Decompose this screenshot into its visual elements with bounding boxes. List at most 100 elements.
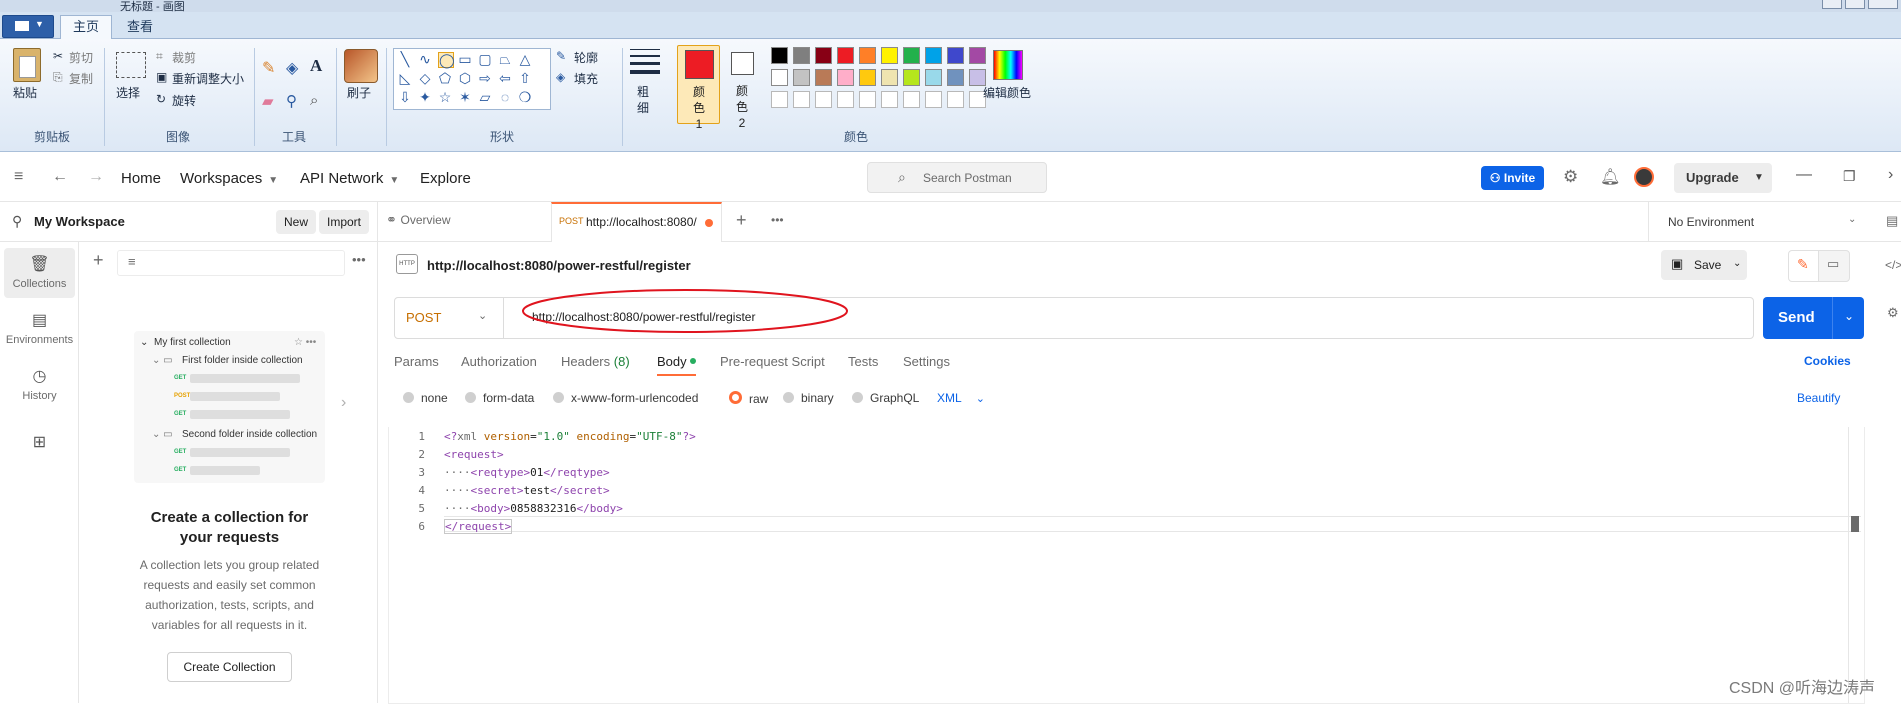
select-icon[interactable] [116,52,146,78]
color-swatch[interactable] [859,91,876,108]
tab-active-request[interactable]: POST http://localhost:8080/ [551,202,722,242]
color-swatch[interactable] [925,69,942,86]
fill-button[interactable]: 填充 [574,70,598,87]
nav-api-network[interactable]: API Network ▼ [300,170,399,187]
create-collection-button[interactable]: Create Collection [167,652,292,682]
search-box[interactable]: ⌕ Search Postman [867,162,1047,193]
color1-selector[interactable]: 颜色 1 [677,45,720,131]
radio-form-data[interactable]: form-data [465,391,534,405]
color-swatch[interactable] [771,91,788,108]
sidebar-item-history[interactable]: ◷ History [4,360,75,410]
tab-authorization[interactable]: Authorization [461,354,537,369]
select-button[interactable]: 选择 [116,84,140,101]
radio-none[interactable]: none [403,391,448,405]
sidebar-item-configure[interactable]: ⊞ [4,426,75,476]
file-menu-button[interactable]: ▼ [2,15,54,38]
window-minimize-icon[interactable]: — [1796,166,1812,184]
window-restore-icon[interactable]: ❐ [1843,168,1856,185]
color-swatch[interactable] [881,47,898,64]
color-swatch[interactable] [793,91,810,108]
crop-button[interactable]: 裁剪 [172,49,196,66]
invite-button[interactable]: ⚇ Invite [1481,166,1544,190]
resize-button[interactable]: 重新调整大小 [172,70,244,87]
tab-pre-request-script[interactable]: Pre-request Script [720,354,825,369]
color-swatch[interactable] [815,47,832,64]
color-swatch[interactable] [881,91,898,108]
environment-selector[interactable]: No Environment [1668,215,1754,229]
magnifier-icon[interactable]: ⌕ [310,92,318,109]
chevron-right-icon[interactable]: › [341,394,346,412]
bell-icon[interactable]: 🔔︎ [1600,167,1620,187]
maximize-button[interactable] [1845,0,1865,9]
radio-graphql[interactable]: GraphQL [852,391,919,405]
brush-button[interactable]: 刷子 [347,84,371,101]
tab-params[interactable]: Params [394,354,439,369]
nav-explore[interactable]: Explore [420,170,471,187]
color-swatch[interactable] [947,47,964,64]
color-swatch[interactable] [837,47,854,64]
cookies-link[interactable]: Cookies [1804,354,1851,368]
line-size-icon[interactable] [630,49,660,75]
new-tab-icon[interactable]: + [736,210,747,231]
color-swatch[interactable] [793,69,810,86]
more-tabs-icon[interactable]: ••• [771,213,784,227]
tab-body[interactable]: Body [657,354,697,369]
radio-urlencoded[interactable]: x-www-form-urlencoded [553,391,698,405]
edit-colors-icon[interactable] [993,50,1023,80]
rotate-button[interactable]: 旋转 [172,92,196,109]
color-swatch[interactable] [903,69,920,86]
color-swatch[interactable] [947,91,964,108]
color-swatch[interactable] [793,47,810,64]
nav-workspaces[interactable]: Workspaces ▼ [180,170,278,187]
color-swatch[interactable] [903,47,920,64]
workspace-name[interactable]: My Workspace [34,214,125,229]
color-swatch[interactable] [815,91,832,108]
size-button[interactable]: 粗细 [637,84,651,116]
save-button[interactable]: ▣ Save ⌄ [1661,250,1747,280]
body-format-dropdown[interactable]: XML ⌄ [937,391,985,405]
minimize-button[interactable] [1822,0,1842,9]
color-swatch[interactable] [925,47,942,64]
color-swatch[interactable] [815,69,832,86]
menu-icon[interactable]: ≡ [14,168,23,186]
color-swatch[interactable] [837,69,854,86]
request-title[interactable]: http://localhost:8080/power-restful/regi… [427,258,691,273]
tab-view[interactable]: 查看 [120,16,160,38]
code-icon[interactable]: </> [1885,258,1901,272]
cut-button[interactable]: 剪切 [69,49,93,66]
comments-button[interactable]: ▭ [1818,250,1850,282]
edit-colors-button[interactable]: 编辑颜色 [983,84,1031,101]
outline-button[interactable]: 轮廓 [574,49,598,66]
paste-button[interactable]: 粘贴 [13,84,37,101]
text-tool-icon[interactable]: A [310,56,322,76]
color-swatch[interactable] [925,91,942,108]
color-swatch[interactable] [859,47,876,64]
related-icon[interactable]: ⚙ [1887,305,1899,321]
pencil-icon[interactable]: ✎ [262,58,275,78]
import-button[interactable]: Import [319,210,370,234]
add-icon[interactable]: + [93,250,104,271]
nav-home[interactable]: Home [121,170,161,187]
shapes-gallery[interactable]: ╲ ∿ ◯ ▭ ▢ ⏢ △ ◺ ◇ ⬠ ⬡ ⇨ ⇦ ⇧ ⇩ ✦ ☆ ✶ ▱ ◌ ❍ [393,48,551,110]
close-button[interactable] [1868,0,1898,9]
sidebar-item-collections[interactable]: 🗑︎ Collections [4,248,75,298]
color-swatch[interactable] [771,47,788,64]
method-dropdown[interactable]: POST ⌄ [394,297,504,339]
window-close-icon[interactable]: › [1888,166,1893,184]
send-button[interactable]: Send ⌄ [1763,297,1864,339]
brush-icon[interactable] [344,49,378,83]
tab-tests[interactable]: Tests [848,354,878,369]
forward-arrow-icon[interactable]: → [88,168,104,186]
edit-mode-button[interactable]: ✎ [1788,250,1820,282]
scrollbar-thumb[interactable] [1851,516,1859,532]
tab-settings[interactable]: Settings [903,354,950,369]
color2-selector[interactable]: 颜色 2 [724,45,765,130]
color-swatch[interactable] [859,69,876,86]
color-swatch[interactable] [969,47,986,64]
eraser-icon[interactable]: ▰ [262,92,274,110]
settings-gear-icon[interactable]: ⚙ [1563,167,1578,187]
beautify-link[interactable]: Beautify [1797,391,1840,405]
color-swatch[interactable] [947,69,964,86]
tab-headers[interactable]: Headers (8) [561,354,630,369]
radio-binary[interactable]: binary [783,391,834,405]
